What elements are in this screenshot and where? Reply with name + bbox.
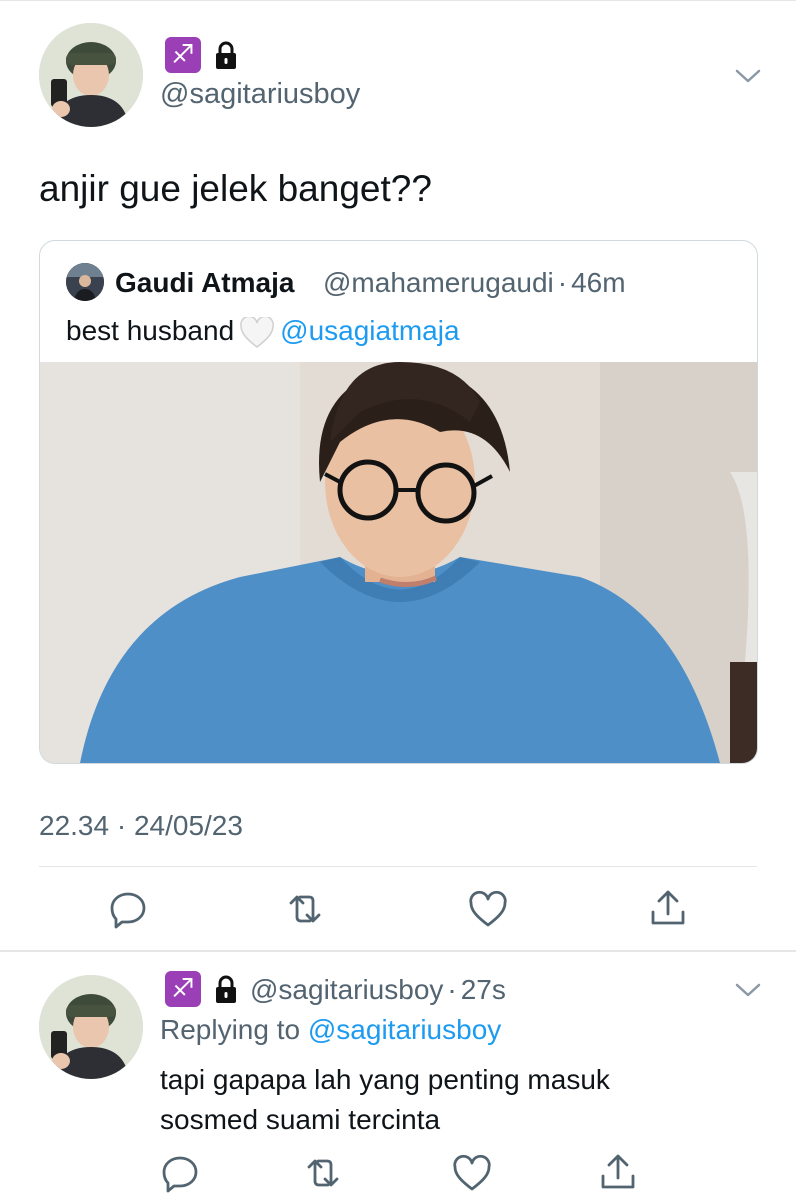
tweet-text: anjir gue jelek banget?? <box>39 168 432 209</box>
reply-avatar-image <box>39 975 143 1079</box>
tweet-timestamp[interactable]: 22.34 · 24/05/23 <box>39 810 243 842</box>
reply-sagittarius-badge-icon: ♐ <box>165 971 201 1007</box>
chevron-down-icon[interactable] <box>733 66 763 86</box>
reply-like-icon[interactable] <box>452 1154 492 1194</box>
quoted-tweet-card[interactable]: Gaudi Atmaja @mahamerugaudi · 46m best hus… <box>39 240 758 764</box>
reply-handle: @sagitariusboy <box>250 974 444 1005</box>
author-handle[interactable]: @sagitariusboy <box>160 78 360 111</box>
timestamp-divider <box>39 866 757 867</box>
reply-author-meta[interactable]: @sagitariusboy · 27s <box>250 974 506 1006</box>
photo-image <box>40 362 757 763</box>
reply-reply-icon[interactable] <box>160 1153 200 1193</box>
quoted-time: 46m <box>571 267 626 298</box>
top-divider <box>0 0 796 1</box>
thread-divider <box>0 950 796 952</box>
replying-to-label: Replying to <box>160 1014 301 1045</box>
quoted-handle-text: @mahamerugaudi <box>323 267 554 298</box>
reply-text-line-2: sosmed suami tercinta <box>160 1104 441 1135</box>
white-heart-emoji-icon <box>240 316 274 348</box>
retweet-icon[interactable] <box>285 889 325 929</box>
quoted-tweet-photo[interactable] <box>40 362 757 763</box>
share-icon[interactable] <box>648 888 688 928</box>
replying-to-link[interactable]: @sagitariusboy <box>308 1014 501 1045</box>
quoted-author-avatar[interactable] <box>66 263 104 301</box>
reply-retweet-icon[interactable] <box>303 1153 343 1193</box>
reply-separator: · <box>447 974 457 1005</box>
quoted-author-name[interactable]: Gaudi Atmaja <box>115 267 294 299</box>
replying-to-line: Replying to @sagitariusboy <box>160 1014 501 1046</box>
quoted-text-content: best husband <box>66 315 235 346</box>
quoted-mention-link[interactable]: @usagiatmaja <box>280 315 459 346</box>
reply-author-avatar[interactable] <box>39 975 143 1079</box>
quoted-avatar-image <box>66 263 104 301</box>
author-avatar[interactable] <box>39 23 143 127</box>
quoted-author-handle[interactable]: @mahamerugaudi · 46m <box>323 267 626 299</box>
reply-lock-icon <box>216 975 236 1003</box>
reply-share-icon[interactable] <box>598 1152 638 1192</box>
quoted-separator: · <box>557 267 568 298</box>
reply-time: 27s <box>460 974 506 1005</box>
author-avatar-image <box>39 23 143 127</box>
reply-text-line-1: tapi gapapa lah yang penting masuk <box>160 1064 610 1095</box>
quoted-tweet-text: best husband @usagiatmaja <box>66 315 460 349</box>
lock-icon <box>216 41 236 69</box>
reply-chevron-down-icon[interactable] <box>733 980 763 1000</box>
reply-icon[interactable] <box>108 889 148 929</box>
like-icon[interactable] <box>468 890 508 930</box>
sagittarius-badge-icon: ♐ <box>165 37 201 73</box>
